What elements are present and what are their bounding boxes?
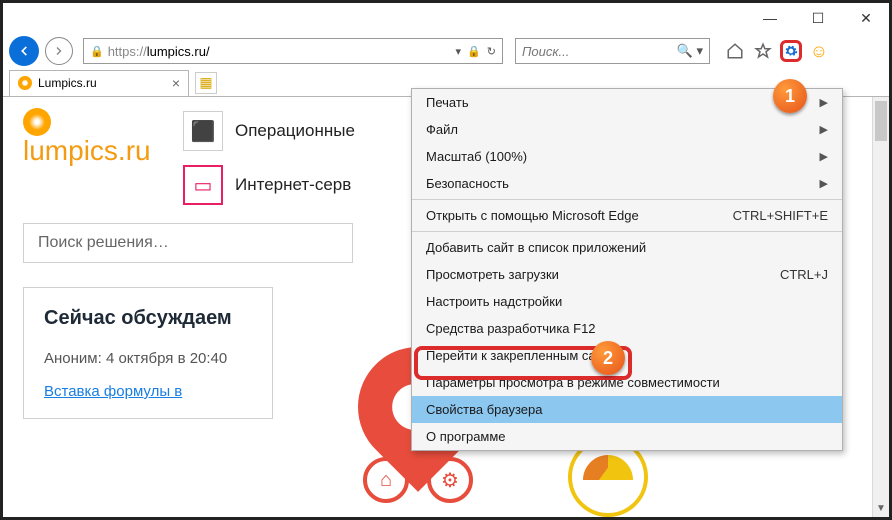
browser-toolbar: 🔒 https://lumpics.ru/ ▾ 🔒 ↻ Поиск... 🔍 ▾… xyxy=(3,33,889,69)
nav-back-button[interactable] xyxy=(9,36,39,66)
category-link-os[interactable]: ⬛ Операционные xyxy=(183,111,355,151)
chevron-right-icon: ▶ xyxy=(820,96,828,109)
favorites-icon[interactable] xyxy=(752,40,774,62)
url-protocol: https:// xyxy=(108,44,147,59)
tab-close-button[interactable]: × xyxy=(172,75,180,91)
chevron-right-icon: ▶ xyxy=(820,177,828,190)
menu-about[interactable]: О программе xyxy=(412,423,842,450)
box-icon: ⬛ xyxy=(183,111,223,151)
scroll-down-icon[interactable]: ▼ xyxy=(873,500,889,517)
menu-compat-view[interactable]: Параметры просмотра в режиме совместимос… xyxy=(412,369,842,396)
new-tab-button[interactable]: ▦ xyxy=(195,72,217,94)
discuss-meta: Аноним: 4 октября в 20:40 xyxy=(44,347,252,371)
site-search-input[interactable]: Поиск решения… xyxy=(23,223,353,263)
window-maximize-button[interactable]: ☐ xyxy=(803,7,833,29)
url-dropdown-icon[interactable]: ▾ xyxy=(456,45,462,58)
tab-favicon xyxy=(18,76,32,90)
step-badge-1: 1 xyxy=(773,79,807,113)
menu-zoom[interactable]: Масштаб (100%)▶ xyxy=(412,143,842,170)
menu-add-site[interactable]: Добавить сайт в список приложений xyxy=(412,234,842,261)
menu-pinned-sites[interactable]: Перейти к закрепленным сайтам xyxy=(412,342,842,369)
scroll-thumb[interactable] xyxy=(875,101,887,141)
home-icon[interactable] xyxy=(724,40,746,62)
shortcut-label: CTRL+J xyxy=(780,267,828,282)
refresh-icon[interactable]: ↻ xyxy=(487,45,496,58)
arrow-left-icon xyxy=(17,44,31,58)
window-minimize-button[interactable]: — xyxy=(755,7,785,29)
lock-icon: 🔒 xyxy=(90,45,104,58)
tools-context-menu: Печать▶ Файл▶ Масштаб (100%)▶ Безопаснос… xyxy=(411,88,843,451)
menu-downloads[interactable]: Просмотреть загрузкиCTRL+J xyxy=(412,261,842,288)
tab-active[interactable]: Lumpics.ru × xyxy=(9,70,189,96)
tab-title: Lumpics.ru xyxy=(38,76,97,90)
shortcut-label: CTRL+SHIFT+E xyxy=(733,208,828,223)
menu-addons[interactable]: Настроить надстройки xyxy=(412,288,842,315)
search-bar[interactable]: Поиск... 🔍 ▾ xyxy=(515,38,710,64)
chevron-right-icon: ▶ xyxy=(820,123,828,136)
search-icon[interactable]: 🔍 xyxy=(677,43,693,58)
address-bar[interactable]: 🔒 https://lumpics.ru/ ▾ 🔒 ↻ xyxy=(83,38,503,64)
menu-internet-options[interactable]: Свойства браузера xyxy=(412,396,842,423)
search-placeholder: Поиск... xyxy=(522,44,569,59)
menu-open-edge[interactable]: Открыть с помощью Microsoft EdgeCTRL+SHI… xyxy=(412,202,842,229)
lock-small-icon: 🔒 xyxy=(467,45,481,58)
url-domain: lumpics.ru/ xyxy=(147,44,210,59)
window-titlebar: — ☐ ✕ xyxy=(3,3,889,33)
discuss-heading: Сейчас обсуждаем xyxy=(44,306,252,331)
nav-forward-button[interactable] xyxy=(45,37,73,65)
step-badge-2: 2 xyxy=(591,341,625,375)
search-dropdown-icon[interactable]: ▾ xyxy=(696,43,703,58)
discuss-widget: Сейчас обсуждаем Аноним: 4 октября в 20:… xyxy=(23,287,273,419)
discuss-link[interactable]: Вставка формулы в xyxy=(44,383,182,400)
category-link-internet[interactable]: ▭ Интернет-серв xyxy=(183,165,355,205)
chevron-right-icon: ▶ xyxy=(820,150,828,163)
window-close-button[interactable]: ✕ xyxy=(851,7,881,29)
menu-devtools[interactable]: Средства разработчика F12 xyxy=(412,315,842,342)
gear-icon xyxy=(784,42,798,60)
feedback-icon[interactable]: ☺ xyxy=(808,40,830,62)
site-logo[interactable]: lumpics.ru xyxy=(23,105,163,167)
arrow-right-icon xyxy=(53,45,65,57)
menu-safety[interactable]: Безопасность▶ xyxy=(412,170,842,197)
menu-file[interactable]: Файл▶ xyxy=(412,116,842,143)
tools-gear-button[interactable] xyxy=(780,40,802,62)
monitor-icon: ▭ xyxy=(183,165,223,205)
vertical-scrollbar[interactable]: ▲ ▼ xyxy=(872,97,889,517)
